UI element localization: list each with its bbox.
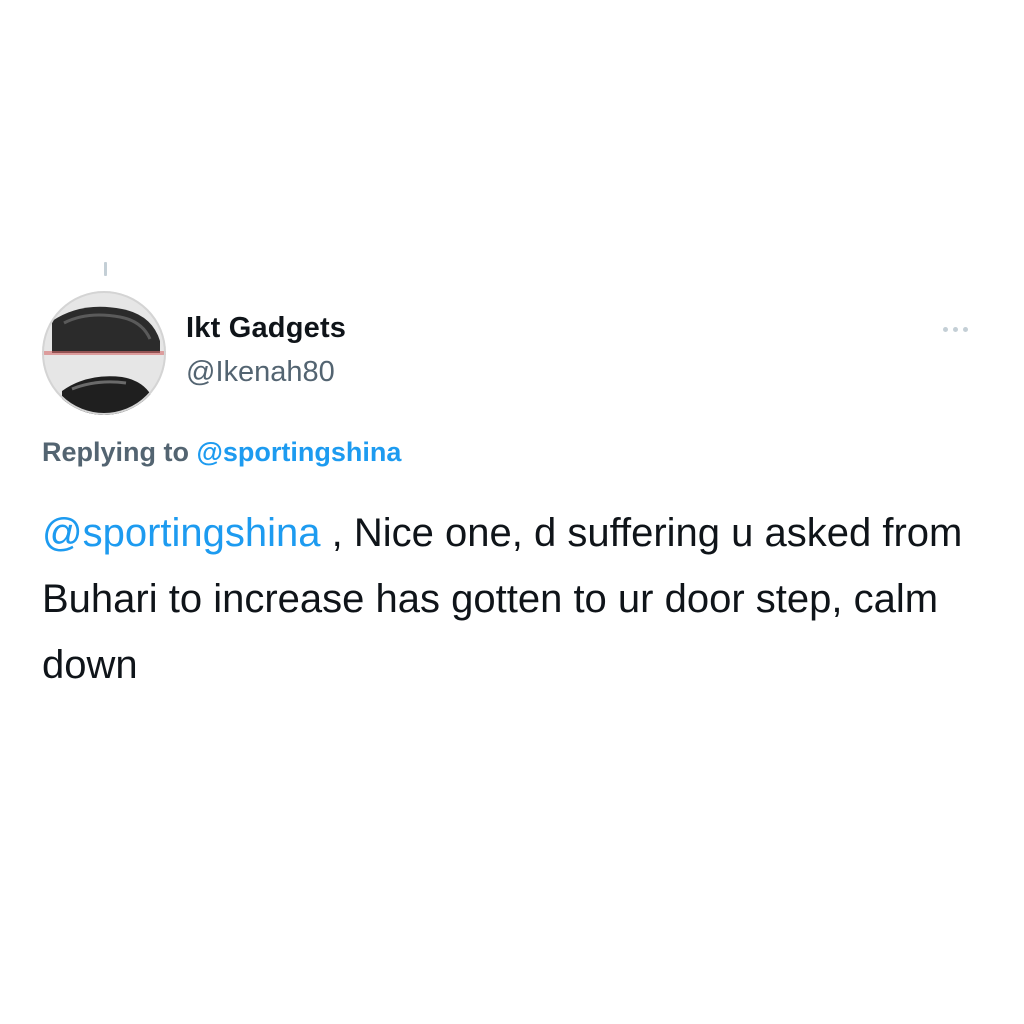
reply-context-prefix: Replying to bbox=[42, 437, 189, 467]
tweet-mention-link[interactable]: @sportingshina bbox=[42, 511, 321, 555]
avatar-photo-icon bbox=[42, 291, 166, 415]
more-options-button[interactable] bbox=[930, 316, 980, 342]
tweet-body: @sportingshina , Nice one, d suffering u… bbox=[42, 500, 992, 698]
more-dots-icon bbox=[942, 326, 948, 332]
reply-context: Replying to @sportingshina bbox=[42, 437, 401, 468]
author-handle[interactable]: @Ikenah80 bbox=[186, 356, 335, 389]
thread-connector-line bbox=[104, 262, 107, 276]
reply-to-handle-link[interactable]: @sportingshina bbox=[197, 437, 402, 467]
more-dots-icon bbox=[962, 326, 968, 332]
more-dots-icon bbox=[952, 326, 958, 332]
avatar[interactable] bbox=[42, 291, 166, 415]
author-display-name[interactable]: Ikt Gadgets bbox=[186, 312, 346, 345]
